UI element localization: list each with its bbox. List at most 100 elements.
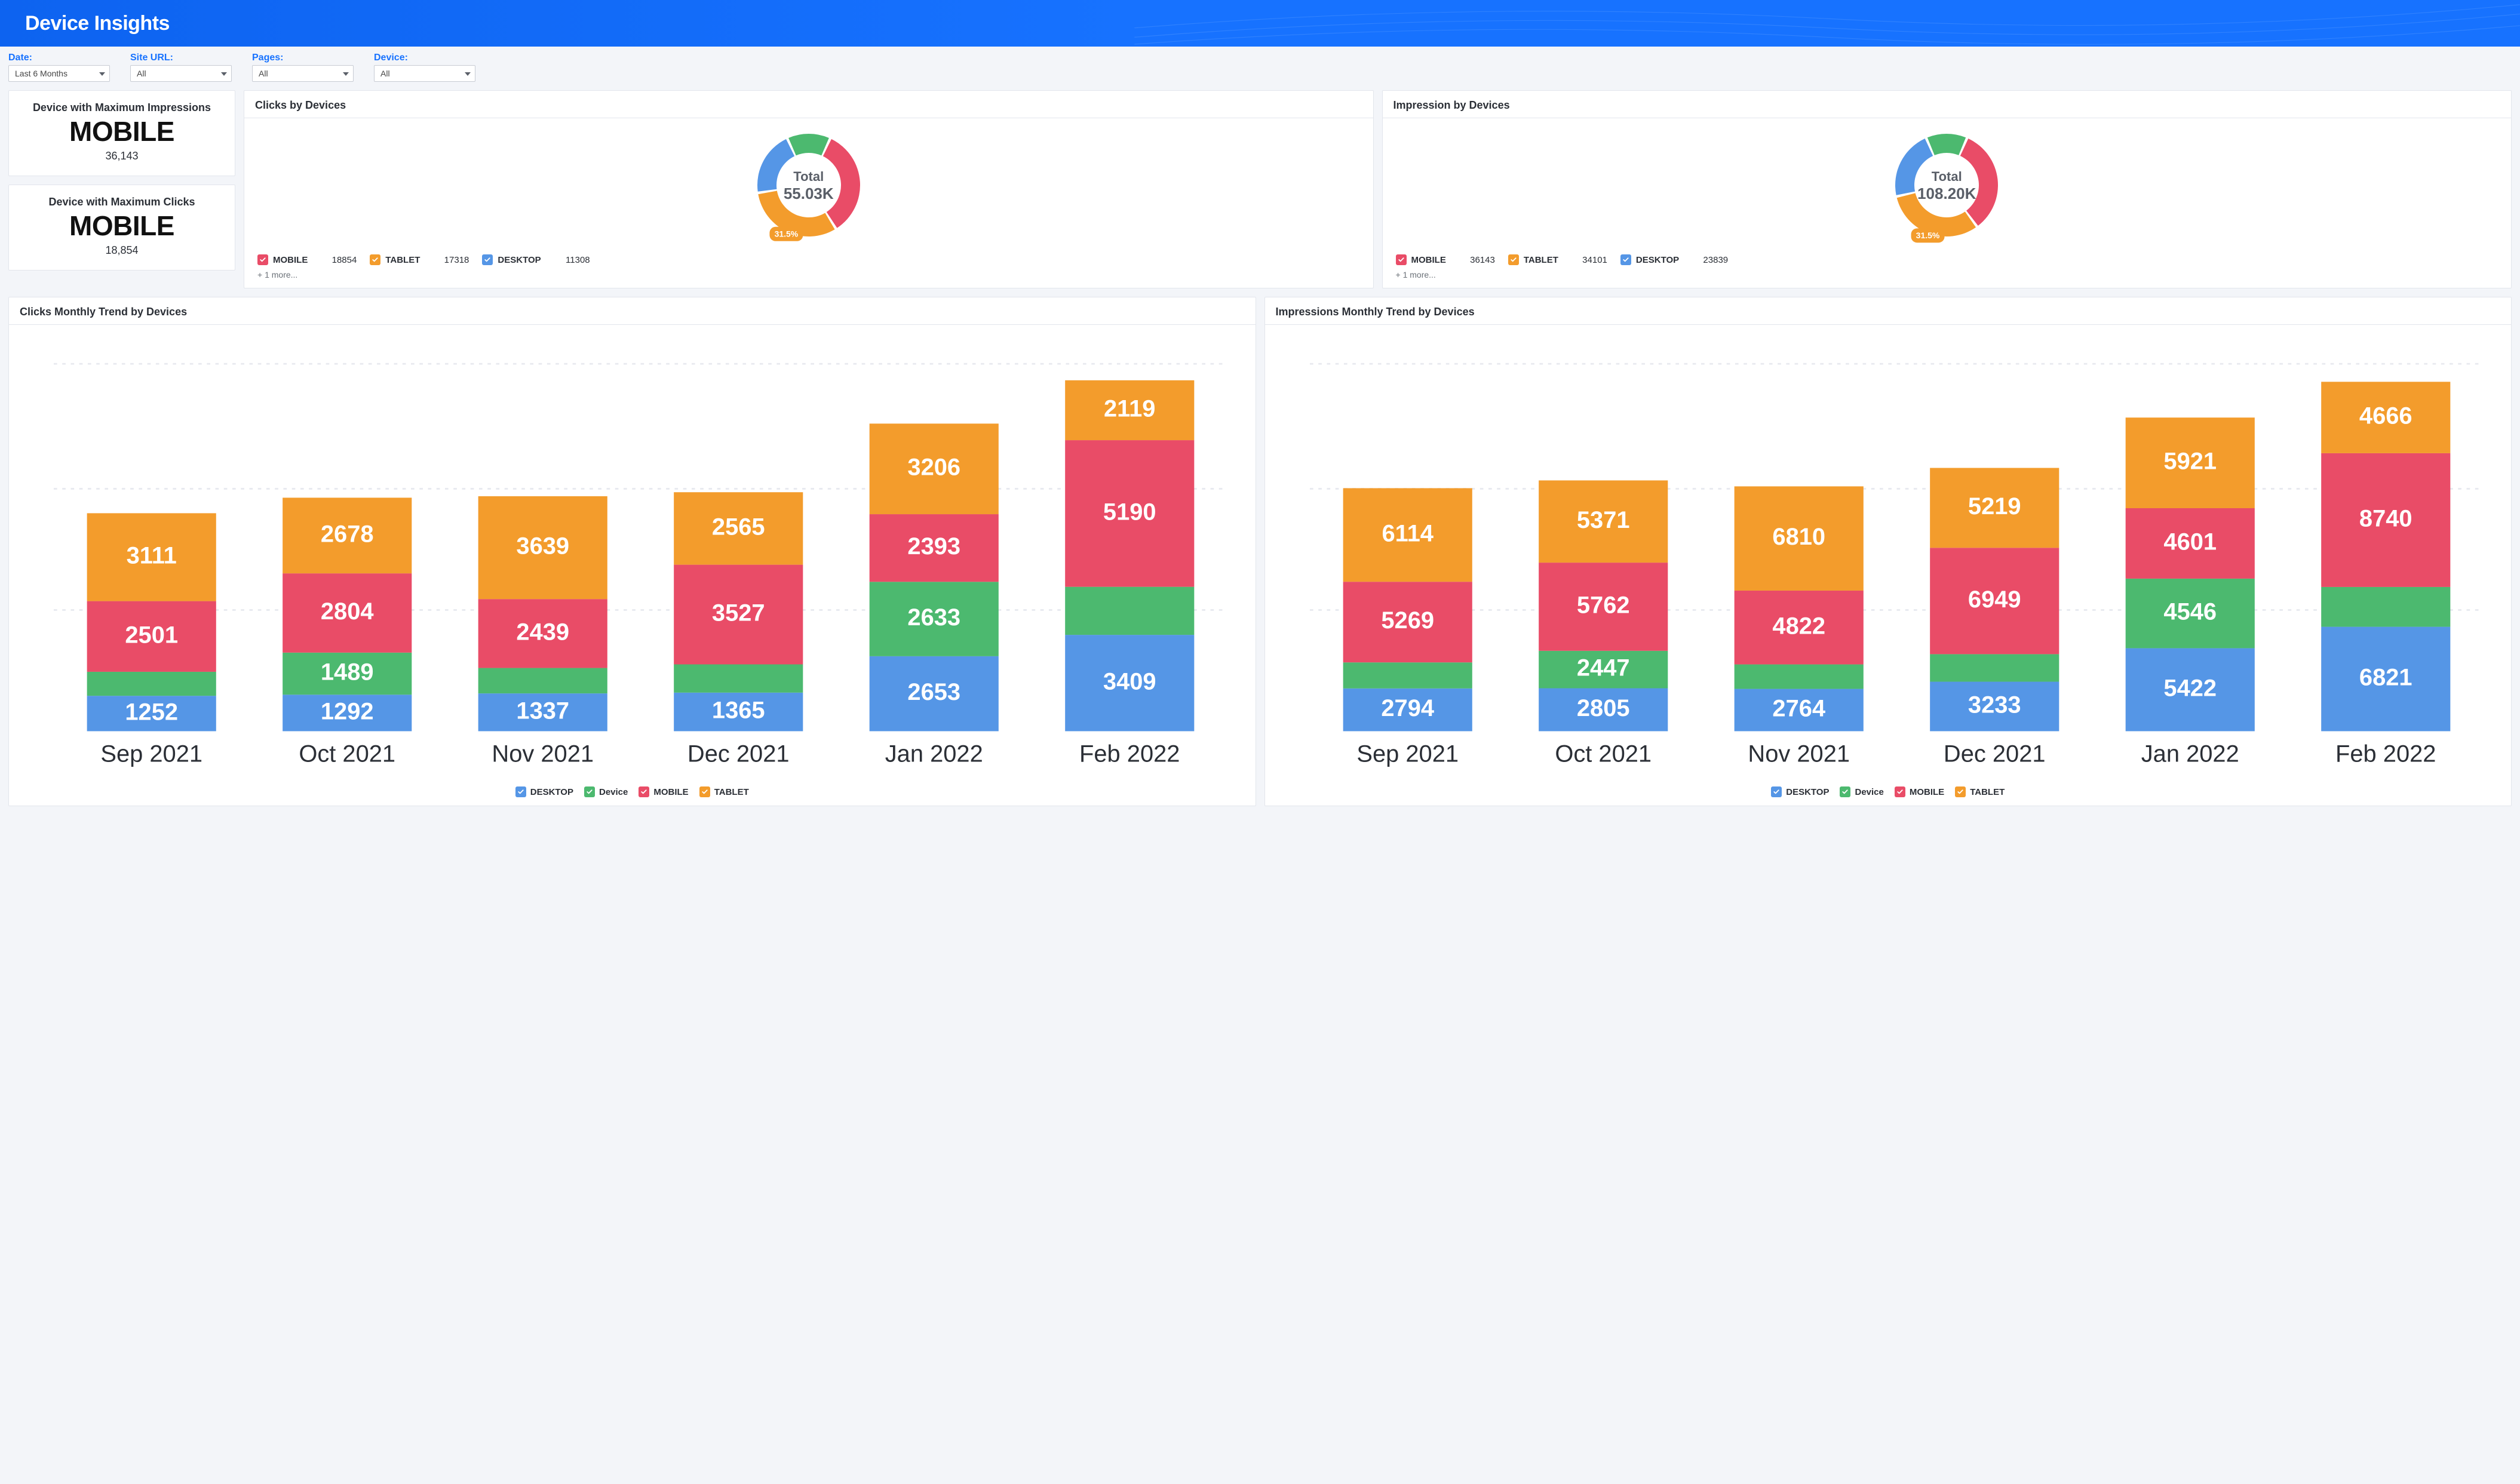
card-title: Impressions Monthly Trend by Devices — [1265, 297, 2512, 324]
legend-item[interactable]: MOBILE — [1895, 786, 1944, 797]
svg-text:6114: 6114 — [1382, 520, 1433, 546]
svg-text:6821: 6821 — [2359, 665, 2412, 691]
legend-swatch-icon — [699, 786, 710, 797]
svg-text:3111: 3111 — [127, 543, 177, 569]
svg-text:31.5%: 31.5% — [1916, 231, 1940, 240]
legend-item[interactable]: Device — [584, 786, 628, 797]
svg-text:Sep 2021: Sep 2021 — [1356, 741, 1459, 767]
legend-item[interactable]: TABLET — [370, 254, 420, 265]
filter-pages: Pages: All — [252, 53, 354, 82]
legend-value: 23839 — [1692, 255, 1728, 265]
impressions-donut-legend: MOBILE 36143 TABLET 34101 DESKTOP 23839 — [1383, 248, 2512, 268]
clicks-by-devices-card: Clicks by Devices 31.5% Total 55.03K MOB… — [244, 90, 1374, 288]
kpi-title: Device with Maximum Clicks — [17, 196, 226, 208]
legend-more-link[interactable]: + 1 more... — [1383, 268, 2512, 288]
bottom-grid: Clicks Monthly Trend by Devices 12522501… — [0, 288, 2520, 815]
impressions-trend-card: Impressions Monthly Trend by Devices 279… — [1264, 297, 2512, 806]
svg-text:Dec 2021: Dec 2021 — [687, 741, 790, 767]
header-wave-icon — [1134, 0, 2520, 47]
legend-name: TABLET — [1524, 255, 1558, 265]
legend-item[interactable]: DESKTOP — [1771, 786, 1829, 797]
legend-name: Device — [1855, 787, 1883, 797]
legend-item[interactable]: Device — [1840, 786, 1883, 797]
svg-text:2678: 2678 — [321, 521, 374, 547]
svg-text:Oct 2021: Oct 2021 — [1555, 741, 1652, 767]
svg-text:1252: 1252 — [125, 699, 178, 725]
legend-more-link[interactable]: + 1 more... — [244, 268, 1373, 288]
svg-text:2794: 2794 — [1381, 695, 1434, 721]
svg-text:3639: 3639 — [516, 533, 569, 560]
svg-text:Nov 2021: Nov 2021 — [492, 741, 594, 767]
legend-item[interactable]: TABLET — [1955, 786, 2005, 797]
legend-item[interactable]: DESKTOP — [482, 254, 541, 265]
svg-text:Feb 2022: Feb 2022 — [2335, 741, 2436, 767]
impressions-trend-chart[interactable]: 279452696114Sep 20212805244757625371Oct … — [1265, 330, 2512, 783]
legend-swatch-icon — [370, 254, 380, 265]
legend-swatch-icon — [515, 786, 526, 797]
legend-name: TABLET — [714, 787, 749, 797]
legend-name: TABLET — [1970, 787, 2005, 797]
svg-text:Oct 2021: Oct 2021 — [299, 741, 395, 767]
svg-text:2804: 2804 — [321, 598, 374, 625]
svg-text:2119: 2119 — [1104, 395, 1155, 422]
legend-swatch-icon — [1955, 786, 1966, 797]
legend-swatch-icon — [1840, 786, 1850, 797]
legend-swatch-icon — [1771, 786, 1782, 797]
pages-select[interactable]: All — [252, 65, 354, 82]
svg-text:Nov 2021: Nov 2021 — [1748, 741, 1850, 767]
legend-value: 34101 — [1571, 255, 1607, 265]
svg-text:4666: 4666 — [2359, 403, 2412, 429]
filter-label: Date: — [8, 53, 110, 63]
svg-text:4546: 4546 — [2163, 599, 2217, 625]
site-url-select[interactable]: All — [130, 65, 232, 82]
legend-item[interactable]: MOBILE — [1396, 254, 1446, 265]
legend-name: MOBILE — [1910, 787, 1944, 797]
page-header: Device Insights — [0, 0, 2520, 47]
legend-value: 36143 — [1459, 255, 1495, 265]
filter-label: Device: — [374, 53, 475, 63]
impressions-trend-legend: DESKTOP Device MOBILE TABLET — [1265, 783, 2512, 806]
filter-date: Date: Last 6 Months — [8, 53, 110, 82]
clicks-trend-card: Clicks Monthly Trend by Devices 12522501… — [8, 297, 1256, 806]
svg-text:31.5%: 31.5% — [774, 229, 798, 238]
filter-bar: Date: Last 6 Months Site URL: All Pages:… — [0, 47, 2520, 90]
svg-text:8740: 8740 — [2359, 505, 2412, 531]
card-title: Impression by Devices — [1383, 91, 2512, 118]
svg-text:5422: 5422 — [2163, 675, 2217, 701]
date-select[interactable]: Last 6 Months — [8, 65, 110, 82]
legend-name: TABLET — [385, 255, 420, 265]
legend-item[interactable]: MOBILE — [639, 786, 688, 797]
kpi-column: Device with Maximum Impressions MOBILE 3… — [8, 90, 235, 288]
legend-swatch-icon — [482, 254, 493, 265]
device-select[interactable]: All — [374, 65, 475, 82]
clicks-donut-chart[interactable]: 31.5% Total 55.03K — [725, 123, 892, 248]
svg-text:Feb 2022: Feb 2022 — [1079, 741, 1180, 767]
legend-name: Device — [599, 787, 628, 797]
svg-text:Jan 2022: Jan 2022 — [885, 741, 983, 767]
legend-swatch-icon — [1396, 254, 1407, 265]
legend-swatch-icon — [1620, 254, 1631, 265]
divider — [9, 324, 1256, 325]
svg-text:2805: 2805 — [1576, 695, 1629, 721]
legend-item[interactable]: DESKTOP — [1620, 254, 1679, 265]
clicks-trend-chart[interactable]: 125225013111Sep 20211292148928042678Oct … — [9, 330, 1256, 783]
legend-swatch-icon — [639, 786, 649, 797]
legend-item[interactable]: TABLET — [699, 786, 749, 797]
impressions-donut-chart[interactable]: 31.5% Total 108.20K — [1863, 123, 2030, 248]
svg-text:5269: 5269 — [1381, 607, 1434, 634]
legend-name: DESKTOP — [1786, 787, 1829, 797]
svg-text:1337: 1337 — [516, 698, 569, 724]
legend-item[interactable]: TABLET — [1508, 254, 1558, 265]
legend-name: MOBILE — [273, 255, 308, 265]
svg-text:2439: 2439 — [516, 619, 569, 645]
clicks-trend-legend: DESKTOP Device MOBILE TABLET — [9, 783, 1256, 806]
legend-item[interactable]: MOBILE — [257, 254, 308, 265]
svg-text:1292: 1292 — [321, 698, 374, 724]
legend-name: DESKTOP — [530, 787, 573, 797]
svg-text:6810: 6810 — [1772, 524, 1825, 550]
svg-text:5921: 5921 — [2163, 448, 2217, 475]
legend-item[interactable]: DESKTOP — [515, 786, 573, 797]
svg-text:Sep 2021: Sep 2021 — [100, 741, 202, 767]
filter-device: Device: All — [374, 53, 475, 82]
kpi-value: MOBILE — [17, 212, 226, 239]
